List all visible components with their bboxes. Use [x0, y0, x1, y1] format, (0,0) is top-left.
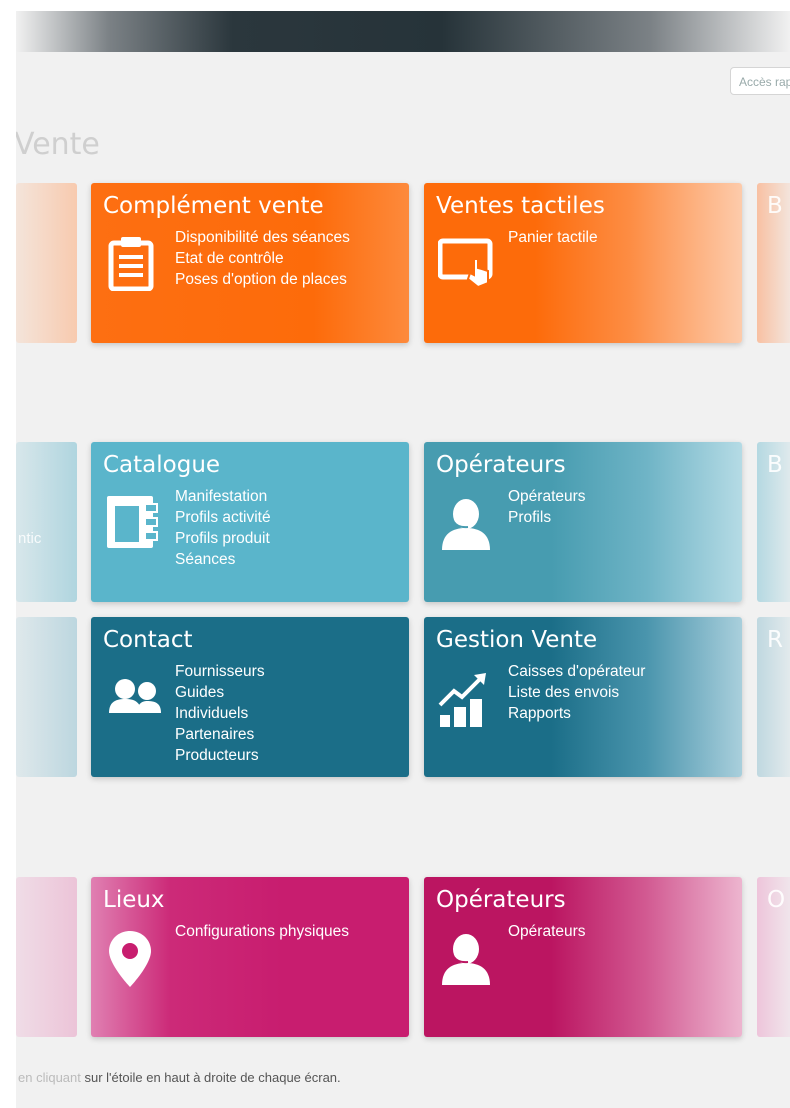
tile-links: Panier tactile	[508, 227, 598, 248]
partial-tile-title: O	[767, 887, 786, 913]
app-frame: Accès rapide Vente ntic B B R O Compléme…	[16, 11, 790, 1108]
tile-title: Contact	[103, 627, 193, 653]
tile-link[interactable]: Caisses d'opérateur	[508, 661, 645, 682]
tile-link[interactable]: Disponibilité des séances	[175, 227, 350, 248]
tile-link[interactable]: Poses d'option de places	[175, 269, 350, 290]
tile-link[interactable]: Partenaires	[175, 724, 265, 745]
tile-contact[interactable]: Contact Fournisseurs Guides Individuels …	[91, 617, 409, 777]
quick-access-input[interactable]: Accès rapide	[730, 67, 790, 95]
tile-operateurs[interactable]: Opérateurs Opérateurs Profils	[424, 442, 742, 602]
partial-tile-left-row3[interactable]	[16, 617, 77, 777]
tile-link[interactable]: Profils	[508, 507, 586, 528]
tile-link[interactable]: Individuels	[175, 703, 265, 724]
tile-title: Gestion Vente	[436, 627, 598, 653]
tile-links: Fournisseurs Guides Individuels Partenai…	[175, 661, 265, 766]
partial-tile-left-row4[interactable]	[16, 877, 77, 1037]
partial-tile-label: ntic	[18, 530, 42, 547]
tile-link[interactable]: Opérateurs	[508, 921, 586, 942]
operator-headset-icon	[438, 929, 490, 985]
section-heading: Vente	[16, 127, 100, 162]
tile-lieux[interactable]: Lieux Configurations physiques	[91, 877, 409, 1037]
tile-link[interactable]: Producteurs	[175, 745, 265, 766]
partial-tile-left-row1[interactable]	[16, 183, 77, 343]
tile-links: Opérateurs Profils	[508, 486, 586, 528]
tile-links: Manifestation Profils activité Profils p…	[175, 486, 271, 570]
tile-link[interactable]: Opérateurs	[508, 486, 586, 507]
tile-links: Disponibilité des séances Etat de contrô…	[175, 227, 350, 290]
tile-title: Complément vente	[103, 193, 324, 219]
footer-hint: en cliquant sur l'étoile en haut à droit…	[18, 1070, 341, 1085]
tile-catalogue[interactable]: Catalogue Manifestation Profils activité…	[91, 442, 409, 602]
tile-title: Opérateurs	[436, 887, 566, 913]
tile-links: Configurations physiques	[175, 921, 349, 942]
partial-tile-right-row1[interactable]: B	[757, 183, 790, 343]
partial-tile-title: B	[767, 452, 783, 478]
tile-gestion-vente[interactable]: Gestion Vente Caisses d'opérateur Liste …	[424, 617, 742, 777]
tile-operateurs-2[interactable]: Opérateurs Opérateurs	[424, 877, 742, 1037]
partial-tile-left-row2[interactable]: ntic	[16, 442, 77, 602]
partial-tile-right-row2[interactable]: B	[757, 442, 790, 602]
tile-link[interactable]: Rapports	[508, 703, 645, 724]
top-bar	[16, 11, 790, 52]
tile-links: Caisses d'opérateur Liste des envois Rap…	[508, 661, 645, 724]
tile-link[interactable]: Guides	[175, 682, 265, 703]
tile-link[interactable]: Panier tactile	[508, 227, 598, 248]
map-pin-icon	[105, 929, 157, 987]
catalog-icon	[105, 494, 158, 550]
partial-tile-title: B	[767, 193, 783, 219]
tile-title: Ventes tactiles	[436, 193, 605, 219]
tile-link[interactable]: Manifestation	[175, 486, 271, 507]
tile-complement-vente[interactable]: Complément vente Disponibilité des séanc…	[91, 183, 409, 343]
touch-screen-icon	[437, 235, 493, 291]
tile-link[interactable]: Séances	[175, 549, 271, 570]
partial-tile-title: R	[767, 627, 783, 653]
tile-link[interactable]: Profils activité	[175, 507, 271, 528]
tile-link[interactable]: Configurations physiques	[175, 921, 349, 942]
tile-link[interactable]: Liste des envois	[508, 682, 645, 703]
tile-link[interactable]: Profils produit	[175, 528, 271, 549]
tile-links: Opérateurs	[508, 921, 586, 942]
partial-tile-right-row3[interactable]: R	[757, 617, 790, 777]
tile-link[interactable]: Etat de contrôle	[175, 248, 350, 269]
users-icon	[105, 669, 161, 725]
tile-link[interactable]: Fournisseurs	[175, 661, 265, 682]
footer-hint-faded: en cliquant	[18, 1070, 85, 1085]
operator-headset-icon	[438, 494, 490, 550]
footer-hint-text: sur l'étoile en haut à droite de chaque …	[84, 1070, 341, 1085]
partial-tile-right-row4[interactable]: O	[757, 877, 790, 1037]
growth-chart-icon	[438, 669, 490, 727]
tile-ventes-tactiles[interactable]: Ventes tactiles Panier tactile	[424, 183, 742, 343]
clipboard-icon	[105, 235, 157, 292]
tile-title: Opérateurs	[436, 452, 566, 478]
tile-title: Lieux	[103, 887, 165, 913]
tile-title: Catalogue	[103, 452, 221, 478]
